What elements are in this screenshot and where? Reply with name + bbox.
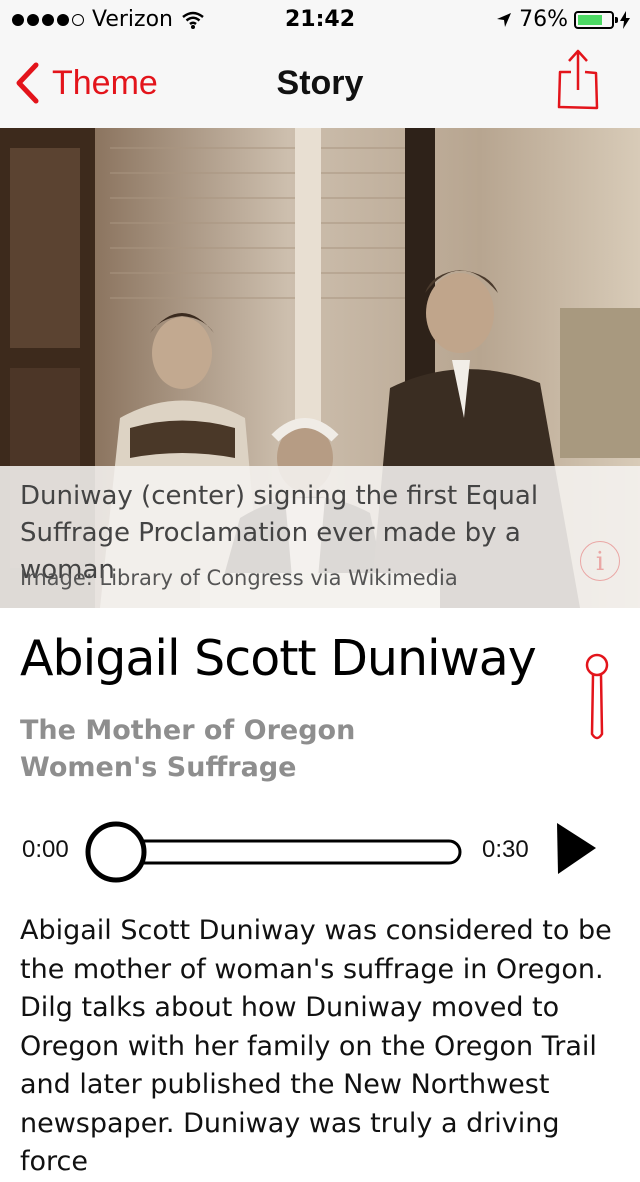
play-icon bbox=[557, 823, 596, 874]
duration-time: 0:30 bbox=[482, 836, 529, 863]
hero-image-section: Duniway (center) signing the first Equal… bbox=[0, 128, 640, 608]
photo-caption-panel: Duniway (center) signing the first Equal… bbox=[0, 466, 640, 608]
battery-percent: 76% bbox=[519, 7, 568, 32]
scrubber-track bbox=[85, 821, 462, 883]
audio-scrubber[interactable] bbox=[84, 816, 468, 888]
map-pin-icon bbox=[585, 653, 609, 740]
photo-credit: Image: Library of Congress via Wikimedia bbox=[20, 566, 458, 590]
location-arrow-icon bbox=[497, 12, 512, 27]
status-bar: Verizon 21:42 76% bbox=[0, 0, 640, 40]
share-button[interactable] bbox=[556, 48, 600, 114]
battery-icon bbox=[574, 10, 618, 29]
status-right: 76% bbox=[495, 7, 630, 32]
scrubber-thumb[interactable] bbox=[85, 821, 147, 883]
page-title: Story bbox=[276, 64, 364, 102]
story-subtitle: The Mother of Oregon Women's Suffrage bbox=[20, 715, 356, 783]
charging-bolt-icon bbox=[620, 10, 630, 29]
story-title: Abigail Scott Duniway bbox=[20, 630, 537, 687]
info-icon: i bbox=[595, 547, 605, 577]
share-icon bbox=[557, 49, 599, 110]
navigation-bar: Theme Story bbox=[0, 40, 640, 128]
map-pin-button[interactable] bbox=[580, 652, 614, 746]
current-time: 0:00 bbox=[22, 836, 69, 863]
audio-player: 0:00 0:30 bbox=[0, 812, 640, 892]
info-button[interactable]: i bbox=[580, 541, 620, 581]
story-body: Abigail Scott Duniway was considered to … bbox=[20, 915, 612, 1177]
play-button[interactable] bbox=[552, 820, 598, 880]
